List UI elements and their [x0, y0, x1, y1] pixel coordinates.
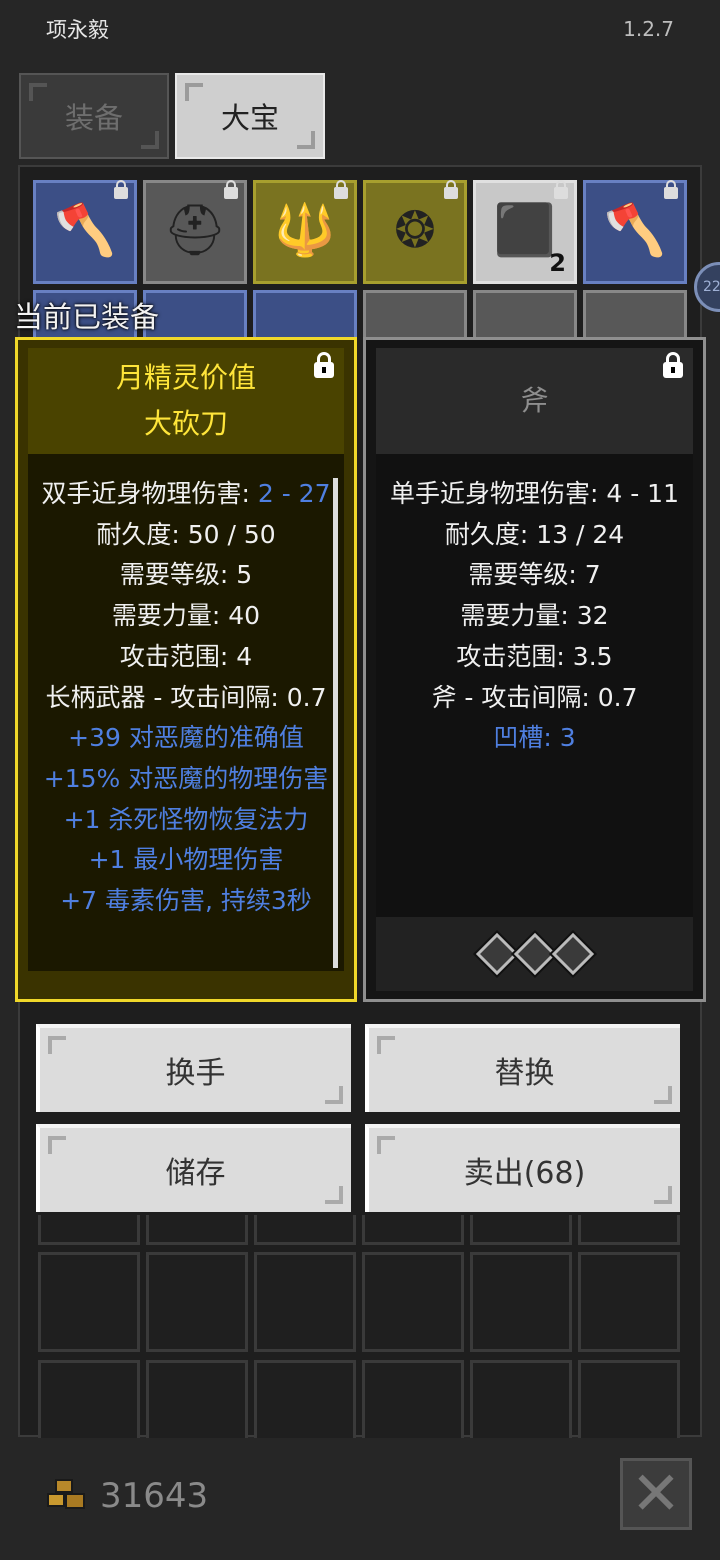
scrollbar[interactable] — [333, 478, 338, 968]
gold-amount: 31643 — [100, 1476, 209, 1516]
inventory-slot[interactable] — [254, 1360, 356, 1438]
inventory-slot[interactable] — [146, 1252, 248, 1352]
inventory-grid — [38, 1360, 680, 1438]
inventory-slot[interactable] — [362, 1360, 464, 1438]
inventory-slot[interactable] — [578, 1215, 680, 1245]
tab-equipment[interactable]: 装备 — [19, 73, 169, 159]
stat-line: 需要力量: 40 — [111, 601, 261, 631]
inventory-grid — [38, 1252, 680, 1352]
close-button[interactable]: ✕ — [620, 1458, 692, 1530]
store-label: 储存 — [165, 1156, 226, 1191]
inventory-slot-axe[interactable]: 🪓 — [33, 180, 137, 284]
equipped-label: 当前已装备 — [14, 300, 160, 334]
stat-line: 需要等级: 5 — [119, 560, 253, 590]
inventory-slot[interactable] — [470, 1252, 572, 1352]
mod-line: +39 对恶魔的准确值 — [68, 723, 304, 753]
item-title-line: 大砍刀 — [143, 407, 228, 440]
inventory-row: 🪓 ⛑ 🔱 ❂ ⬛ 2 🪓 — [33, 180, 687, 284]
item-title: 月精灵价值 大砍刀 — [28, 348, 344, 454]
lock-icon — [224, 180, 238, 199]
item-stats: 双手近身物理伤害: 2 - 27 耐久度: 50 / 50 需要等级: 5 需要… — [28, 474, 344, 922]
inventory-slot[interactable] — [38, 1215, 140, 1245]
shield-icon: ❂ — [394, 201, 436, 259]
tab-stash-label: 大宝 — [220, 101, 279, 135]
inventory-slot-trident[interactable]: 🔱 — [253, 180, 357, 284]
equipped-item-card[interactable]: 月精灵价值 大砍刀 双手近身物理伤害: 2 - 27 耐久度: 50 / 50 … — [15, 337, 357, 1002]
new-item-card[interactable]: 斧 单手近身物理伤害: 4 - 11 耐久度: 13 / 24 需要等级: 7 … — [363, 337, 706, 1002]
stat-line: 单手近身物理伤害: 4 - 11 — [389, 479, 679, 508]
item-title-line: 月精灵价值 — [115, 361, 256, 394]
lock-icon[interactable] — [314, 352, 334, 378]
mod-line: +7 毒素伤害, 持续3秒 — [60, 886, 312, 916]
lock-icon — [664, 180, 678, 199]
inventory-grid — [38, 1215, 680, 1245]
mod-line: +1 杀死怪物恢复法力 — [63, 804, 309, 834]
stat-line: 攻击范围: 4 — [119, 641, 253, 671]
close-icon: ✕ — [630, 1459, 682, 1529]
axe-icon: 🪓 — [53, 201, 117, 259]
inventory-slot[interactable] — [362, 1252, 464, 1352]
inventory-slot[interactable] — [254, 1252, 356, 1352]
replace-label: 替换 — [494, 1056, 555, 1091]
socket-bar — [376, 917, 693, 991]
tab-stash[interactable]: 大宝 — [175, 73, 325, 159]
item-title-line: 斧 — [520, 384, 549, 417]
mod-line: +1 最小物理伤害 — [88, 845, 284, 875]
stat-line: 长柄武器 - 攻击间隔: 0.7 — [45, 682, 327, 712]
trident-icon: 🔱 — [273, 201, 337, 259]
inventory-slot[interactable] — [38, 1252, 140, 1352]
stat-line: 耐久度: 13 / 24 — [444, 519, 625, 549]
version-label: 1.2.7 — [623, 17, 674, 41]
sell-button[interactable]: 卖出(68) — [365, 1124, 680, 1212]
inventory-slot-helmet[interactable]: ⛑ — [143, 180, 247, 284]
inventory-slot-gem[interactable]: ⬛ 2 — [473, 180, 577, 284]
item-stats: 单手近身物理伤害: 4 - 11 耐久度: 13 / 24 需要等级: 7 需要… — [376, 474, 693, 759]
stat-line: 双手近身物理伤害: 2 - 27 — [41, 479, 331, 508]
stat-line: 需要力量: 32 — [460, 601, 609, 631]
inventory-slot-shield[interactable]: ❂ — [363, 180, 467, 284]
lock-icon — [554, 180, 568, 199]
empty-socket-icon — [472, 929, 521, 979]
sell-label: 卖出(68) — [463, 1156, 586, 1191]
stat-line: 攻击范围: 3.5 — [456, 641, 613, 671]
inventory-slot[interactable] — [470, 1215, 572, 1245]
store-button[interactable]: 储存 — [36, 1124, 351, 1212]
empty-socket-icon — [548, 929, 597, 979]
inventory-slot[interactable] — [578, 1360, 680, 1438]
inventory-slot[interactable] — [578, 1252, 680, 1352]
helmet-icon: ⛑ — [163, 201, 227, 259]
mod-line: +15% 对恶魔的物理伤害 — [43, 763, 329, 793]
swap-hands-button[interactable]: 换手 — [36, 1024, 351, 1112]
inventory-slot[interactable] — [146, 1360, 248, 1438]
lock-icon — [334, 180, 348, 199]
inventory-slot[interactable] — [362, 1215, 464, 1245]
inventory-slot[interactable] — [470, 1360, 572, 1438]
stat-line: 斧 - 攻击间隔: 0.7 — [431, 682, 638, 712]
player-name: 项永毅 — [46, 18, 109, 42]
socket-count-line: 凹槽: 3 — [493, 723, 576, 753]
inventory-slot[interactable] — [254, 1215, 356, 1245]
empty-socket-icon — [510, 929, 559, 979]
item-title: 斧 — [376, 348, 693, 454]
axe-icon: 🪓 — [603, 201, 667, 259]
gold-coins-icon — [47, 1479, 85, 1509]
replace-button[interactable]: 替换 — [365, 1024, 680, 1112]
inventory-slot[interactable] — [38, 1360, 140, 1438]
inventory-slot[interactable] — [146, 1215, 248, 1245]
stat-line: 需要等级: 7 — [468, 560, 601, 590]
tab-equipment-label: 装备 — [64, 101, 123, 135]
swap-hands-label: 换手 — [165, 1056, 226, 1091]
lock-icon — [444, 180, 458, 199]
stat-line: 耐久度: 50 / 50 — [96, 519, 276, 549]
inventory-slot-axe[interactable]: 🪓 — [583, 180, 687, 284]
item-count: 2 — [549, 249, 566, 277]
lock-icon — [114, 180, 128, 199]
lock-icon[interactable] — [663, 352, 683, 378]
